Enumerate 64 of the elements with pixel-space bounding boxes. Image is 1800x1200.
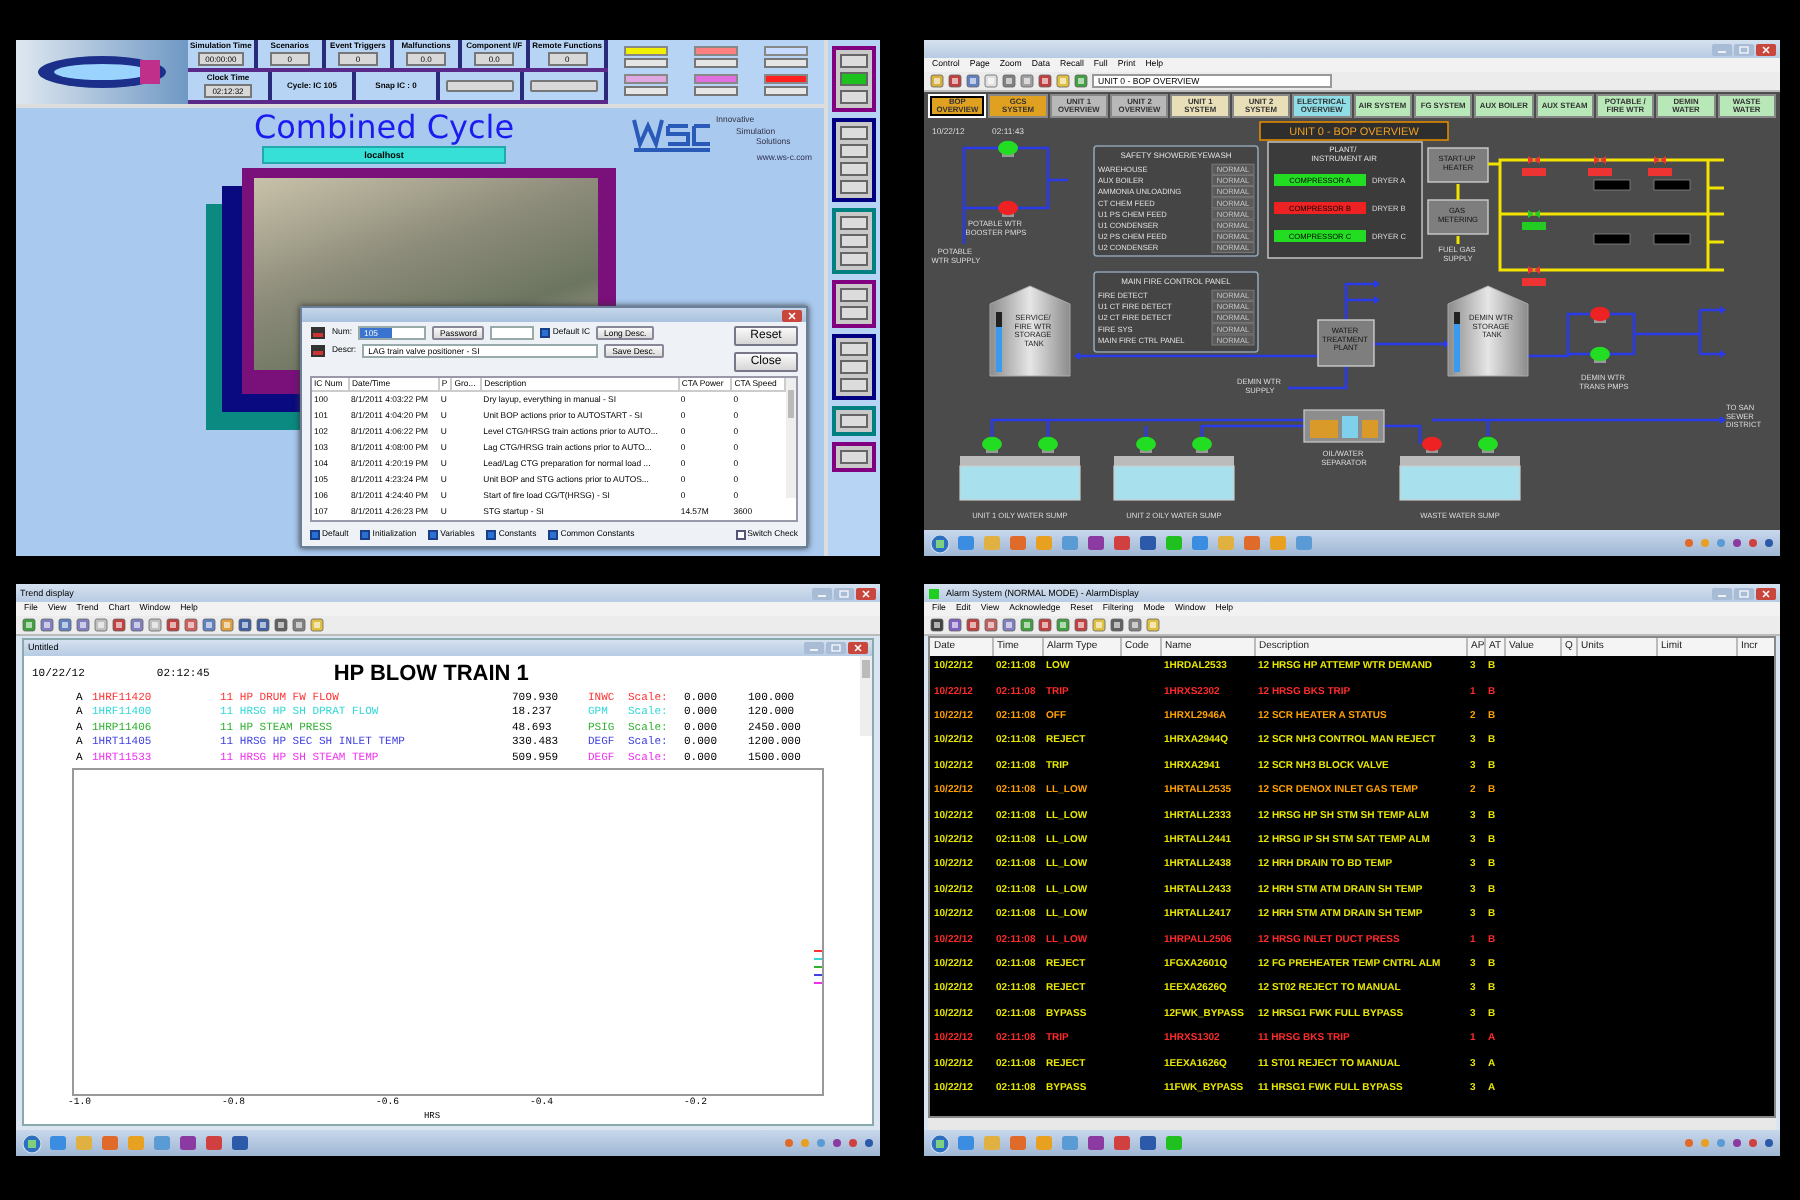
status-icon	[928, 587, 940, 599]
pump-icon[interactable]	[1192, 436, 1212, 453]
side-button[interactable]	[840, 378, 868, 392]
checkbox[interactable]	[310, 529, 320, 539]
pump-icon[interactable]	[998, 200, 1018, 217]
checkbox[interactable]	[540, 328, 551, 338]
start-icon[interactable]	[930, 533, 950, 553]
side-button[interactable]	[840, 342, 868, 356]
side-button[interactable]	[840, 450, 868, 464]
pump-icon[interactable]	[998, 140, 1018, 157]
side-button[interactable]	[840, 180, 868, 194]
scrollbar[interactable]	[928, 1118, 1776, 1130]
sump-drawing	[1399, 456, 1521, 501]
start-icon[interactable]	[22, 1133, 42, 1153]
pump-icon[interactable]	[1038, 436, 1058, 453]
side-button[interactable]	[840, 360, 868, 374]
side-button[interactable]	[840, 162, 868, 176]
side-button[interactable]	[840, 90, 868, 104]
side-button[interactable]	[840, 144, 868, 158]
start-icon[interactable]	[930, 1133, 950, 1153]
close-icon[interactable]	[1756, 43, 1776, 55]
panel-button[interactable]	[446, 80, 514, 92]
checkbox[interactable]	[360, 529, 371, 539]
indicator-value-box	[763, 86, 808, 96]
checkbox[interactable]	[548, 529, 559, 539]
indicator-value-box	[693, 58, 738, 68]
indicator-value-box	[693, 86, 738, 96]
side-button[interactable]	[840, 288, 868, 302]
sump-drawing	[1113, 456, 1235, 501]
side-button[interactable]	[840, 54, 868, 68]
close-icon[interactable]	[848, 642, 868, 654]
close-icon[interactable]	[856, 587, 876, 599]
side-button[interactable]	[840, 72, 868, 86]
side-button[interactable]	[840, 306, 868, 320]
indicator-value-box	[763, 58, 808, 68]
indicator-value-box	[624, 58, 669, 68]
pump-icon[interactable]	[982, 436, 1002, 453]
checkbox[interactable]	[735, 529, 746, 539]
panel-button[interactable]	[530, 80, 598, 92]
close-icon[interactable]	[1756, 587, 1776, 599]
chart-title: HP BLOW TRAIN 1	[333, 662, 529, 688]
side-button[interactable]	[840, 234, 868, 248]
side-button[interactable]	[840, 216, 868, 230]
logo-icon	[632, 114, 712, 154]
side-button[interactable]	[840, 126, 868, 140]
close-icon[interactable]	[782, 309, 802, 321]
scrollbar[interactable]	[786, 378, 796, 498]
checkbox[interactable]	[486, 529, 497, 539]
scrollbar[interactable]	[860, 656, 872, 736]
side-button[interactable]	[840, 252, 868, 266]
pump-icon[interactable]	[1422, 436, 1442, 453]
indicator-value-box	[624, 86, 669, 96]
pump-icon[interactable]	[1590, 306, 1610, 323]
pump-icon[interactable]	[1590, 346, 1610, 363]
separator-drawing	[1303, 409, 1385, 443]
pump-icon[interactable]	[1136, 436, 1156, 453]
description-icon	[310, 344, 326, 358]
side-button[interactable]	[840, 414, 868, 428]
checkbox[interactable]	[428, 529, 439, 539]
pump-icon[interactable]	[1478, 436, 1498, 453]
screen-title: Combined Cycle	[253, 108, 515, 146]
password-field[interactable]	[490, 326, 535, 340]
sump-drawing	[959, 456, 1081, 501]
record-icon	[310, 326, 326, 340]
